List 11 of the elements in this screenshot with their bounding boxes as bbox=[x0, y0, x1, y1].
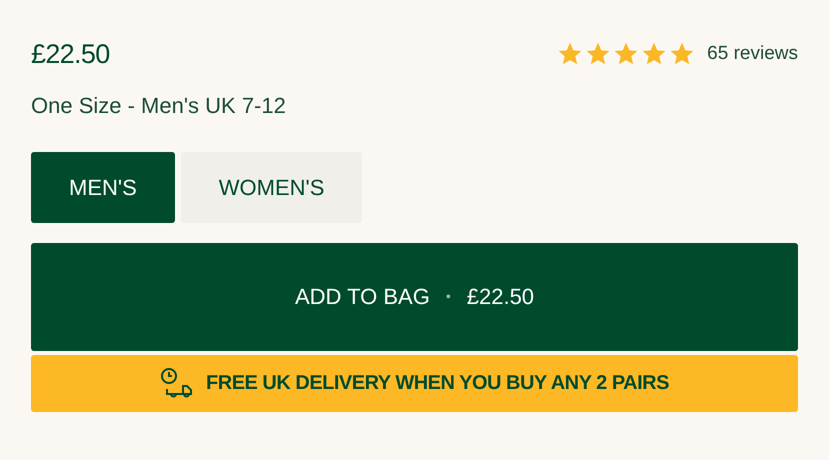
delivery-message: FREE UK DELIVERY WHEN YOU BUY ANY 2 PAIRS bbox=[206, 371, 669, 396]
separator-dot: • bbox=[446, 287, 451, 306]
button-price: £22.50 bbox=[466, 283, 534, 311]
size-option-tab[interactable]: WOMEN'S bbox=[180, 152, 362, 222]
button-label: ADD TO BAG bbox=[294, 283, 430, 311]
review-count[interactable]: 65 reviews bbox=[707, 40, 798, 68]
size-option-tab[interactable]: MEN'S bbox=[31, 152, 175, 222]
size-label: One Size - Men's UK 7-12 bbox=[31, 92, 287, 120]
delivery-truck-icon bbox=[160, 367, 194, 399]
add-to-bag-button[interactable]: ADD TO BAG • £22.50 bbox=[31, 242, 798, 350]
price: £22.50 bbox=[31, 38, 110, 71]
